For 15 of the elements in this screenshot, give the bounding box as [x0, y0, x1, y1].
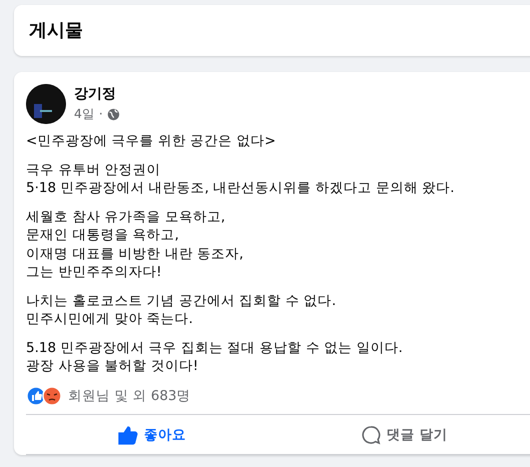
comment-button[interactable]: 댓글 달기	[278, 414, 530, 455]
page-title: 게시물	[29, 20, 83, 42]
author-name[interactable]: 강기정	[74, 84, 120, 106]
post-paragraph: 극우 유투버 안정권이 5·18 민주광장에서 내란동조, 내란선동시위를 하겠다고 문의해 왔다.	[26, 160, 456, 198]
post-time[interactable]: 4일 ·	[74, 105, 103, 124]
post-paragraph: <민주광장에 극우를 위한 공간은 없다>	[26, 132, 277, 150]
speech-bubble-icon	[360, 424, 381, 445]
thumbs-up-icon	[118, 424, 138, 445]
post-paragraph: 5.18 민주광장에서 극우 집회는 절대 용납할 수 없는 일이다. 광장 사용을 불허할 것이다!	[26, 338, 404, 376]
like-button[interactable]: 좋아요	[26, 414, 278, 455]
globe-icon	[106, 108, 120, 121]
avatar-picture[interactable]	[26, 84, 66, 124]
post-paragraph: 나치는 홀로코스트 기념 공간에서 집회할 수 없다. 민주시민에게 맞아 죽는다.	[26, 292, 338, 328]
post-paragraph: 세월호 참사 유가족을 모욕하고, 문재인 대통령을 욕하고, 이재명 대표를 비방한 내란 동조자, 그는 반민주주의자다!	[26, 208, 244, 282]
reaction-summary[interactable]: 회원님 및 외 683명	[68, 386, 191, 406]
